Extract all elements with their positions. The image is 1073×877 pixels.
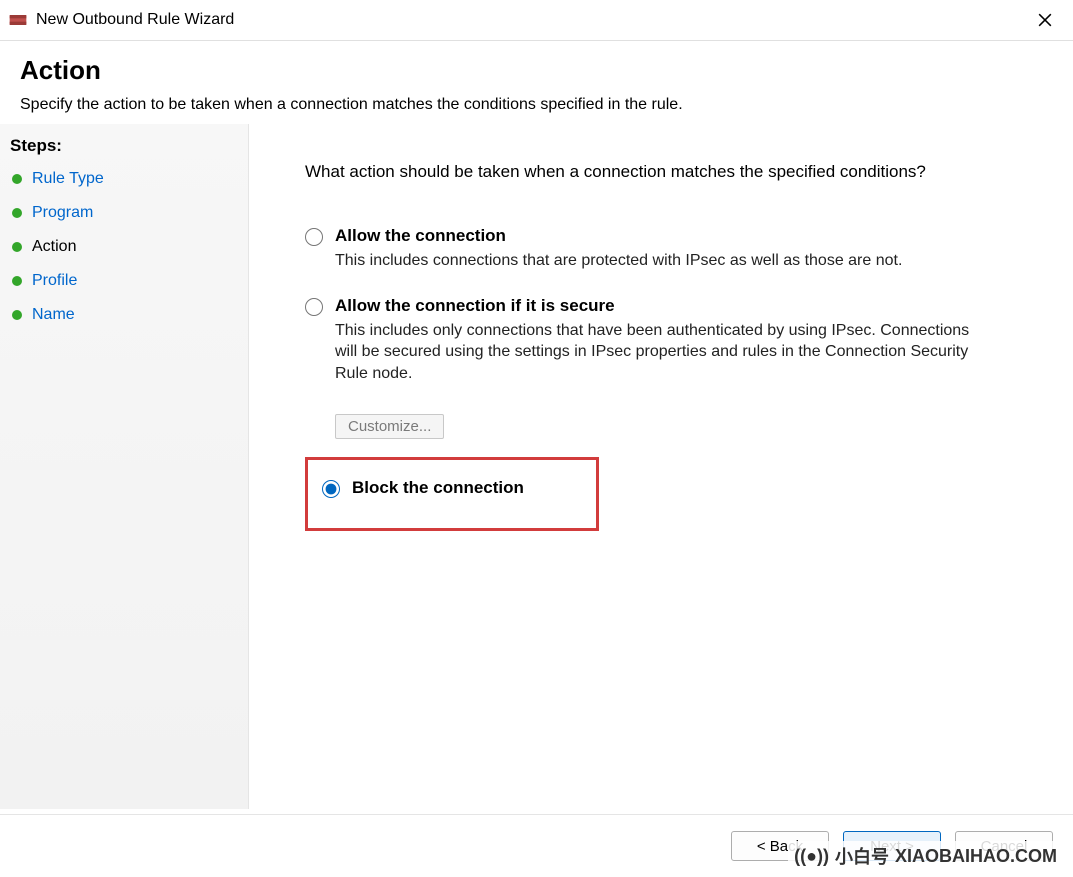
step-profile[interactable]: Profile xyxy=(0,264,248,298)
bullet-icon xyxy=(12,276,22,286)
radio-block[interactable] xyxy=(322,480,340,498)
page-title: Action xyxy=(20,55,1053,86)
window-title: New Outbound Rule Wizard xyxy=(36,11,234,29)
title-bar: New Outbound Rule Wizard xyxy=(0,0,1073,41)
main-panel: What action should be taken when a conne… xyxy=(249,124,1073,809)
option-block[interactable]: Block the connection xyxy=(322,478,582,502)
close-icon xyxy=(1038,13,1052,27)
option-allow-secure[interactable]: Allow the connection if it is secure Thi… xyxy=(305,296,1017,385)
close-button[interactable] xyxy=(1025,4,1065,36)
option-allow-desc: This includes connections that are prote… xyxy=(335,250,902,272)
wizard-header: Action Specify the action to be taken wh… xyxy=(0,41,1073,124)
option-allow[interactable]: Allow the connection This includes conne… xyxy=(305,226,1017,272)
option-allow-title: Allow the connection xyxy=(335,226,902,246)
bullet-icon xyxy=(12,310,22,320)
steps-sidebar: Steps: Rule Type Program Action Profile … xyxy=(0,124,249,809)
step-name[interactable]: Name xyxy=(0,298,248,332)
step-action[interactable]: Action xyxy=(0,230,248,264)
radio-allow-secure[interactable] xyxy=(305,298,323,316)
broadcast-icon: ((●)) xyxy=(794,846,829,867)
customize-button: Customize... xyxy=(335,414,444,439)
highlight-box: Block the connection xyxy=(305,457,599,531)
bullet-icon xyxy=(12,208,22,218)
bullet-icon xyxy=(12,242,22,252)
option-allow-secure-desc: This includes only connections that have… xyxy=(335,320,975,385)
firewall-icon xyxy=(8,10,28,30)
bullet-icon xyxy=(12,174,22,184)
option-allow-secure-title: Allow the connection if it is secure xyxy=(335,296,975,316)
steps-heading: Steps: xyxy=(0,130,248,162)
watermark: ((●)) 小白号 XIAOBAIHAO.COM xyxy=(788,841,1063,871)
page-subtitle: Specify the action to be taken when a co… xyxy=(20,96,1053,114)
radio-allow[interactable] xyxy=(305,228,323,246)
action-prompt: What action should be taken when a conne… xyxy=(305,162,1017,182)
step-rule-type[interactable]: Rule Type xyxy=(0,162,248,196)
step-program[interactable]: Program xyxy=(0,196,248,230)
option-block-title: Block the connection xyxy=(352,478,524,498)
